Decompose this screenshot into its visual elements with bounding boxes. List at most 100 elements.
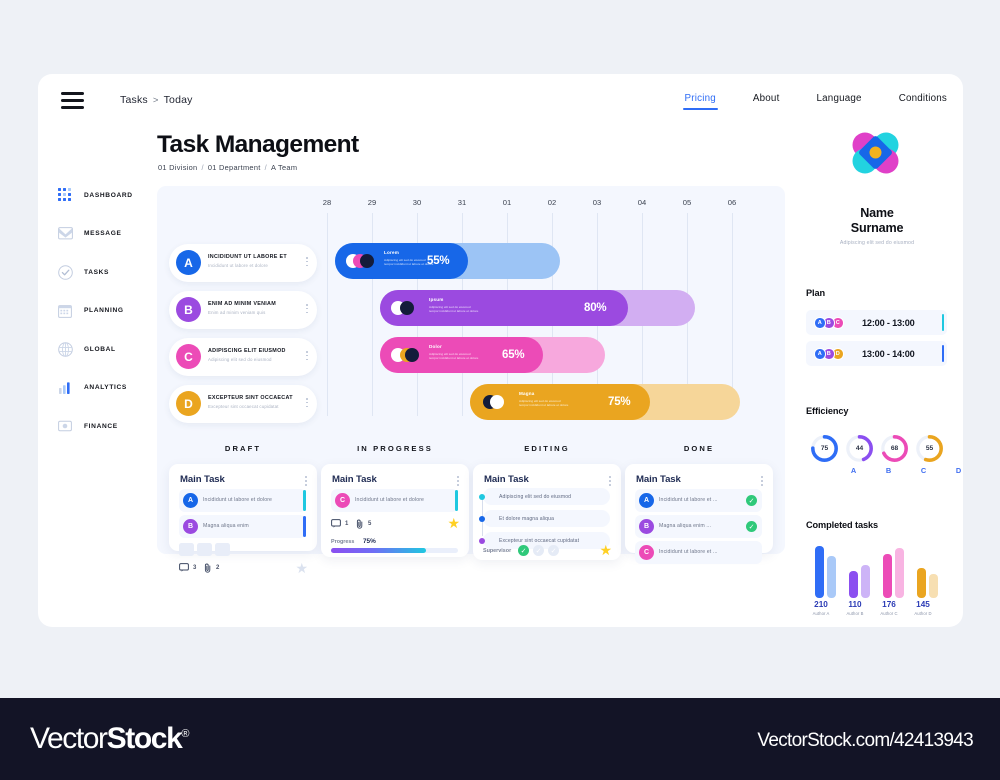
subtask-item[interactable]: A Incididunt ut labore et dolore bbox=[179, 489, 306, 512]
sidebar-item-global[interactable]: GLOBAL bbox=[56, 336, 156, 362]
task-more-icon[interactable] bbox=[306, 398, 308, 409]
gantt-bar-toggle[interactable] bbox=[346, 254, 374, 268]
gantt-bar-toggle[interactable] bbox=[391, 301, 419, 315]
step-item[interactable]: Adipiscing elit sed do eiusmod bbox=[479, 488, 610, 505]
kanban-card-done[interactable]: Main Task A Incididunt ut labore et ... … bbox=[625, 464, 773, 564]
plan-time: 12:00 - 13:00 bbox=[862, 317, 915, 328]
gantt-task-row[interactable]: B ENIM AD MINIM VENIAM Enim ad minim ven… bbox=[169, 291, 317, 329]
gantt-bar-toggle[interactable] bbox=[481, 395, 509, 409]
hamburger-menu-icon[interactable] bbox=[61, 92, 84, 109]
subtask-avatar: A bbox=[639, 493, 654, 508]
gantt-bar-percent: 75% bbox=[608, 396, 631, 408]
efficiency-label: B bbox=[885, 466, 892, 475]
gantt-bar-ipsum[interactable]: Ipsum Adipiscing elit sed do eiusmod tem… bbox=[380, 290, 695, 326]
profile-subtitle: Adipiscing elit sed do eiusmod bbox=[839, 240, 915, 246]
card-more-icon[interactable] bbox=[305, 476, 307, 488]
task-subtitle: Adipiscing elit sed do eiusmod bbox=[208, 357, 272, 362]
sidebar-item-dashboard[interactable]: DASHBOARD bbox=[56, 182, 156, 208]
card-more-icon[interactable] bbox=[457, 476, 459, 488]
plan-row[interactable]: A B D 13:00 - 14:00 bbox=[806, 341, 947, 366]
gantt-bar-label: Magna bbox=[519, 391, 535, 396]
gantt-bar-magna[interactable]: Magna Adipiscing elit sed do eiusmod tem… bbox=[470, 384, 740, 420]
subtask-item[interactable]: A Incididunt ut labore et ... ✓ bbox=[635, 489, 762, 512]
sidebar-label-planning: PLANNING bbox=[84, 307, 124, 314]
step-item[interactable]: Et dolore magna aliqua bbox=[479, 510, 610, 527]
supervisor-check-2[interactable]: ✓ bbox=[533, 545, 544, 556]
gantt-task-row[interactable]: A INCIDIDUNT UT LABORE ET Incididunt ut … bbox=[169, 244, 317, 282]
gantt-bar-lorem[interactable]: Lorem Adipiscing elit sed do eiusmod tem… bbox=[335, 243, 560, 279]
card-title: Main Task bbox=[484, 474, 529, 485]
efficiency-value: 68 bbox=[890, 445, 899, 452]
supervisor-check-1[interactable]: ✓ bbox=[518, 545, 529, 556]
progress-label: Progress bbox=[331, 539, 355, 545]
nav-language[interactable]: Language bbox=[817, 93, 862, 104]
subtask-item[interactable]: B Magna aliqua enim ... ✓ bbox=[635, 515, 762, 538]
kanban-card-draft[interactable]: Main Task A Incididunt ut labore et dolo… bbox=[169, 464, 317, 575]
completed-bar-primary bbox=[815, 546, 824, 598]
card-title: Main Task bbox=[180, 474, 225, 485]
sidebar-label-global: GLOBAL bbox=[84, 345, 116, 353]
page-sub-team: A Team bbox=[270, 163, 298, 172]
card-more-icon[interactable] bbox=[609, 476, 611, 488]
sidebar-item-tasks[interactable]: TASKS bbox=[56, 259, 156, 285]
gantt-task-row[interactable]: C ADIPISCING ELIT EIUSMOD Adipiscing eli… bbox=[169, 338, 317, 376]
task-avatar: A bbox=[176, 250, 201, 275]
star-icon[interactable]: ★ bbox=[295, 561, 308, 575]
card-more-icon[interactable] bbox=[761, 476, 763, 488]
task-title: ADIPISCING ELIT EIUSMOD bbox=[208, 348, 286, 354]
star-icon[interactable]: ★ bbox=[599, 543, 612, 557]
sub-sep-1: / bbox=[201, 163, 204, 172]
efficiency-donut-b: 44 B bbox=[845, 434, 891, 475]
subtask-item[interactable]: C Incididunt ut labore et ... bbox=[635, 541, 762, 564]
subtask-text: Incididunt ut labore et dolore bbox=[355, 497, 425, 503]
task-more-icon[interactable] bbox=[306, 257, 308, 268]
card-title: Main Task bbox=[636, 474, 681, 485]
plan-row[interactable]: A B C 12:00 - 13:00 bbox=[806, 310, 947, 335]
gantt-date-3: 31 bbox=[457, 198, 467, 207]
comment-count: 1 bbox=[345, 521, 349, 527]
subtask-accent bbox=[303, 516, 306, 537]
star-icon[interactable]: ★ bbox=[447, 516, 460, 530]
gantt-bar-dolor[interactable]: Dolor Adipiscing elit sed do eiusmod tem… bbox=[380, 337, 605, 373]
sidebar-item-analytics[interactable]: ANALYTICS bbox=[56, 375, 156, 401]
app-window: Tasks > Today Pricing About Language Condi… bbox=[38, 74, 963, 627]
breadcrumb-root[interactable]: Tasks bbox=[120, 94, 148, 106]
profile-name-last: Surname bbox=[850, 220, 904, 235]
efficiency-value: 75 bbox=[820, 445, 829, 452]
step-item[interactable]: Excepteur sint occaecat cupidatat bbox=[479, 532, 610, 549]
completed-value: 176 bbox=[882, 600, 896, 609]
subtask-avatar: A bbox=[183, 493, 198, 508]
subtask-item[interactable]: C Incididunt ut labore et dolore bbox=[331, 489, 458, 512]
task-subtitle: Incididunt ut labore et dolore bbox=[208, 263, 268, 268]
nav-about[interactable]: About bbox=[753, 93, 780, 104]
efficiency-value: 55 bbox=[925, 445, 934, 452]
step-dot-icon bbox=[479, 493, 485, 500]
plan-time: 13:00 - 14:00 bbox=[862, 348, 915, 359]
sidebar-item-planning[interactable]: PLANNING bbox=[56, 298, 156, 324]
sidebar-item-message[interactable]: MESSAGE bbox=[56, 221, 156, 247]
calendar-icon bbox=[56, 302, 74, 320]
task-more-icon[interactable] bbox=[306, 304, 308, 315]
subtask-item[interactable]: B Magna aliqua enim bbox=[179, 515, 306, 538]
comment-count: 3 bbox=[193, 565, 197, 571]
completed-value: 110 bbox=[848, 600, 862, 609]
nav-pricing[interactable]: Pricing bbox=[682, 93, 719, 110]
kanban-card-editing[interactable]: Main Task Adipiscing elit sed do eiusmod… bbox=[473, 464, 621, 560]
gantt-task-row[interactable]: D EXCEPTEUR SINT OCCAECAT Excepteur sint… bbox=[169, 385, 317, 423]
sidebar-label-analytics: ANALYTICS bbox=[84, 384, 127, 391]
nav-conditions[interactable]: Conditions bbox=[899, 93, 947, 104]
task-more-icon[interactable] bbox=[306, 351, 308, 362]
flower-logo-icon bbox=[849, 130, 902, 176]
step-text: Et dolore magna aliqua bbox=[499, 515, 555, 522]
kanban-card-in-progress[interactable]: Main Task C Incididunt ut labore et dolo… bbox=[321, 464, 469, 557]
breadcrumb-current[interactable]: Today bbox=[164, 94, 193, 106]
sidebar-item-finance[interactable]: FINANCE bbox=[56, 413, 156, 439]
gantt-bar-toggle[interactable] bbox=[391, 348, 419, 362]
supervisor-check-3[interactable]: ✓ bbox=[548, 545, 559, 556]
completed-tasks-title: Completed tasks bbox=[806, 520, 879, 530]
plan-marker bbox=[941, 314, 944, 331]
gantt-date-9: 06 bbox=[727, 198, 737, 207]
plan-section-title: Plan bbox=[806, 288, 826, 298]
vectorstock-logo: VectorStock® bbox=[30, 722, 189, 756]
gantt-date-0: 28 bbox=[322, 198, 332, 207]
